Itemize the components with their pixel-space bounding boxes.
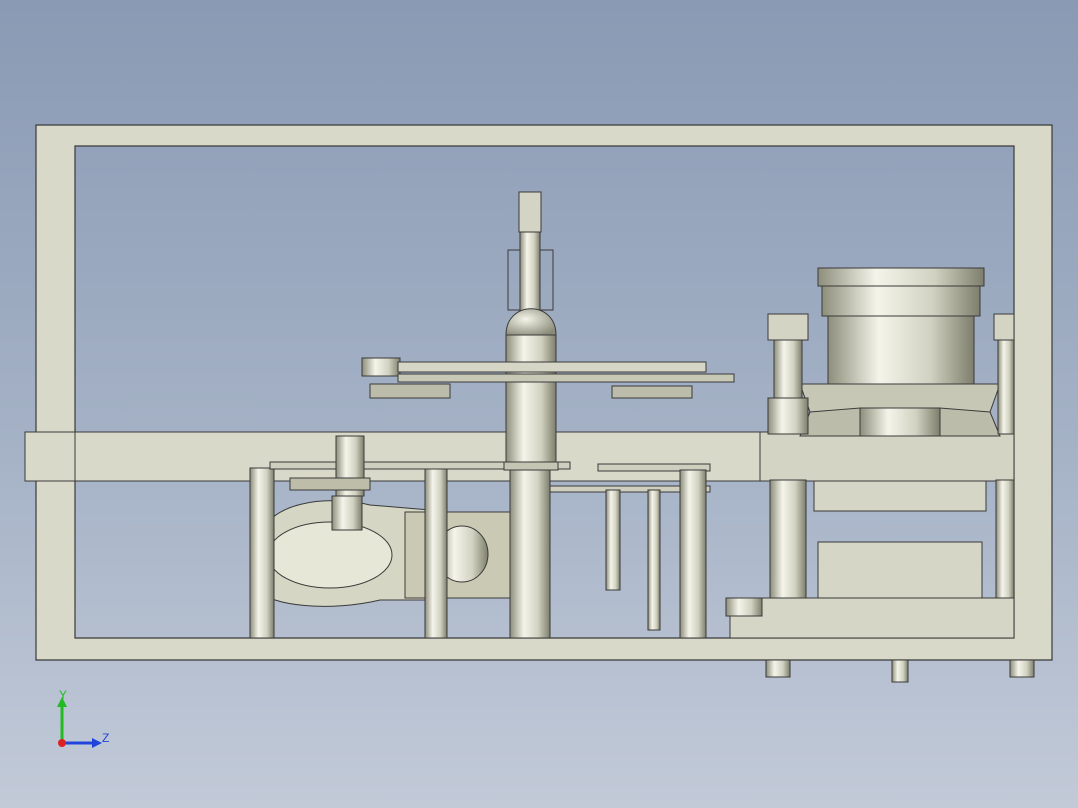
machine-feet bbox=[765, 659, 1035, 683]
right-base bbox=[725, 480, 1015, 639]
axis-triad: Y Z bbox=[57, 688, 109, 748]
central-column bbox=[503, 191, 559, 639]
cad-viewport[interactable] bbox=[0, 0, 1078, 808]
rotary-table bbox=[799, 267, 1001, 437]
middle-cylinders bbox=[549, 463, 711, 639]
z-axis-label: Z bbox=[102, 731, 109, 745]
clamp-assembly bbox=[257, 500, 511, 607]
x-axis-dot bbox=[58, 739, 66, 747]
z-axis-arrow bbox=[92, 738, 102, 748]
y-axis-label: Y bbox=[59, 688, 67, 702]
